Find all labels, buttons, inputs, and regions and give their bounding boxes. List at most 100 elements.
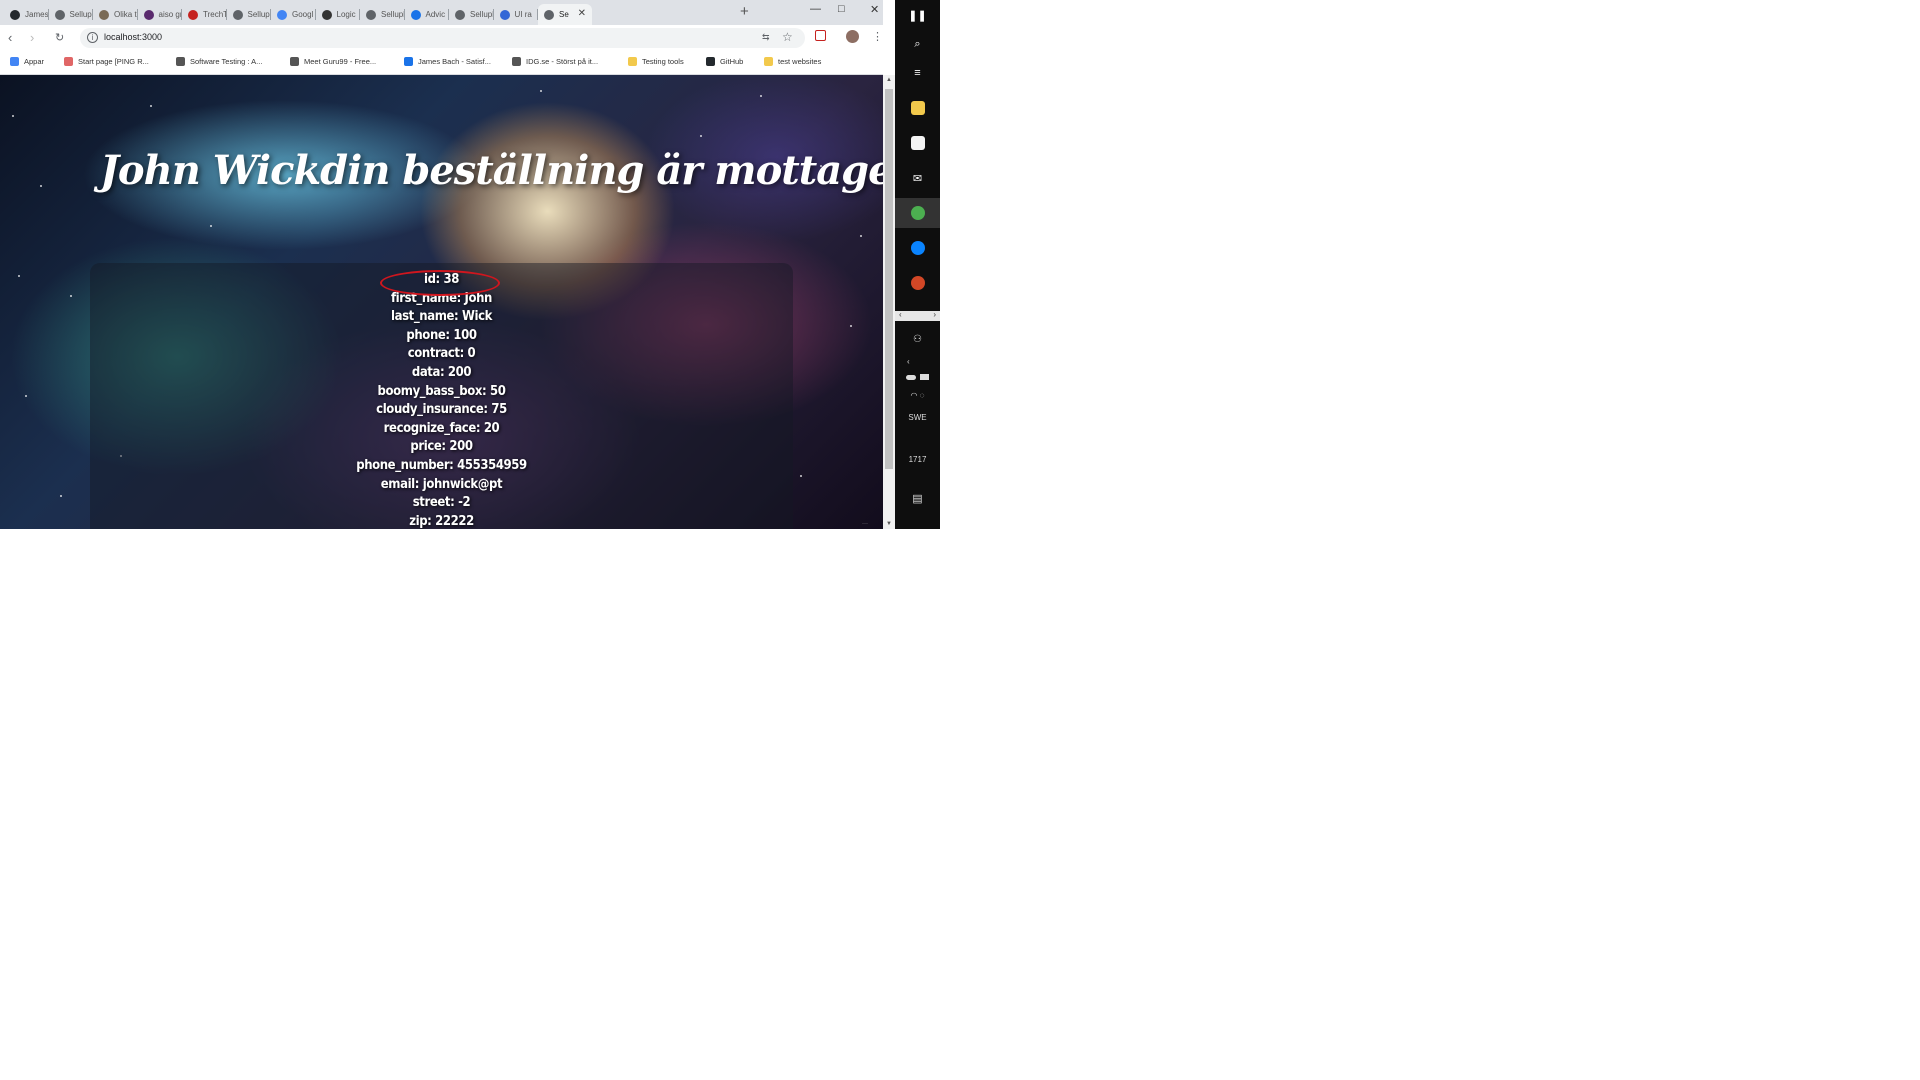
mail-taskbar-button[interactable]: ✉ [895,163,940,193]
taskbar-scroll-left[interactable]: ‹ [899,310,902,319]
browser-tab[interactable]: aiso gri [138,4,183,25]
star-dot [860,235,862,237]
browser-tab[interactable]: Sellupl [360,4,405,25]
new-tab-button[interactable]: + [740,3,749,20]
bookmark-item[interactable]: James Bach - Satisf... [404,57,491,66]
tab-label: UI ra [514,10,532,19]
taskbar-scroll-strip[interactable]: ‹ › [895,310,940,321]
scroll-down-arrow[interactable]: ▼ [886,521,892,527]
tab-close-icon[interactable]: ✕ [578,8,586,19]
bookmark-item[interactable]: test websites [764,57,821,66]
chrome-icon [910,206,925,220]
browser-tab[interactable]: Sellupl [49,4,94,25]
search-icon: ⌕ [914,37,921,50]
bookmark-label: IDG.se - Störst på it... [526,57,599,66]
tab-favicon-icon [455,9,465,20]
tray-status-icons[interactable] [895,373,940,382]
page-scrollbar[interactable]: ▲ ▼ [883,75,895,529]
star-icon[interactable]: ☆ [782,30,793,44]
menu-icon[interactable]: ⋮ [872,30,883,43]
volume-icon[interactable]: ◌ [920,391,925,400]
people-icon[interactable]: ⚇ [895,334,940,345]
tab-label: Advic [425,10,446,19]
bookmark-favicon-icon [176,57,185,66]
star-dot [700,135,702,137]
tab-label: Sellupl [247,10,272,19]
browser-tab[interactable]: UI ra [494,4,538,25]
task-view-icon: ≡ [914,67,921,79]
profile-avatar[interactable] [846,30,859,43]
tab-label: Googl [292,10,314,19]
taskbar-scroll-right[interactable]: › [933,310,936,319]
bookmark-favicon-icon [404,57,413,66]
address-bar[interactable]: i localhost:3000 ⇆ ☆ [80,28,805,48]
order-field: boomy_bass_box: 50 [377,383,506,399]
order-field: phone: 100 [406,327,477,343]
tab-label: Logic [336,10,356,19]
task-view-taskbar-button[interactable]: ≡ [895,58,940,88]
bookmark-item[interactable]: Appar [10,57,44,66]
bookmark-label: Start page [PING R... [78,57,149,66]
order-field: zip: 22222 [409,513,474,529]
browser-tab[interactable]: Sellupl [227,4,272,25]
maximize-button[interactable]: □ [838,3,845,15]
tab-label: Sellupl [69,10,94,19]
browser-tab[interactable]: Googl [271,4,316,25]
tab-favicon-icon [321,9,332,20]
notifications-icon[interactable]: ▤ [895,492,940,505]
bookmark-label: test websites [778,57,822,66]
bookmark-item[interactable]: Testing tools [628,57,684,66]
edge-taskbar-button[interactable] [895,233,940,263]
back-button[interactable]: ‹ [8,30,12,45]
extension-icon[interactable] [815,30,826,41]
star-dot [210,225,212,227]
forward-button[interactable]: › [30,30,34,45]
bookmark-item[interactable]: Start page [PING R... [64,57,149,66]
tab-label: aiso gri [158,10,183,19]
browser-tab[interactable]: Advic [405,4,449,25]
order-field: contract: 0 [407,346,476,362]
edge-icon [910,241,925,255]
bookmark-item[interactable]: GitHub [706,57,743,66]
battery-icon[interactable] [920,374,929,380]
tray-chevron-icon[interactable]: ‹ [895,357,940,366]
store-icon [910,136,925,150]
clock-time[interactable]: 1717 [895,455,940,464]
scroll-up-arrow[interactable]: ▲ [886,77,892,83]
start-taskbar-button[interactable]: ❚❚ [895,0,940,30]
browser-tab[interactable]: Sellupl [449,4,494,25]
order-field: recognize_face: 20 [383,420,500,436]
tab-label: Sellupl [381,10,405,19]
minimize-button[interactable]: — [810,3,821,15]
browser-tab[interactable]: Logic [316,4,360,25]
translate-icon[interactable]: ⇆ [762,32,770,43]
file-explorer-taskbar-button[interactable] [895,93,940,123]
onedrive-icon[interactable] [906,375,916,380]
input-language[interactable]: SWE [895,413,940,422]
bookmark-item[interactable]: Meet Guru99 - Free... [290,57,376,66]
wifi-icon[interactable]: ◠ [911,391,918,400]
bookmarks-bar: Appar Start page [PING R... Software Testi… [0,51,883,75]
bookmark-favicon-icon [64,57,73,66]
search-taskbar-button[interactable]: ⌕ [895,29,940,59]
bookmark-item[interactable]: IDG.se - Störst på it... [512,57,598,66]
tab-label: Olika t [114,10,137,19]
url-text[interactable]: localhost:3000 [104,32,162,42]
close-window-button[interactable]: ✕ [870,3,879,16]
browser-tab[interactable]: Se ✕ [538,4,592,25]
browser-tab[interactable]: TrechTr [182,4,227,25]
browser-tab[interactable]: Olika t [93,4,138,25]
tab-label: TrechTr [203,10,227,19]
bookmark-label: GitHub [720,57,744,66]
site-info-icon[interactable]: i [87,32,98,43]
browser-window-chrome: Jamesh Sellupl Olika t aiso gri TrechTr Sellu… [0,0,883,75]
bookmark-item[interactable]: Software Testing : A... [176,57,262,66]
reload-button[interactable]: ↻ [55,31,64,44]
store-taskbar-button[interactable] [895,128,940,158]
browser-tab[interactable]: Jamesh [4,4,49,25]
chrome-taskbar-button[interactable] [895,198,940,228]
scroll-thumb[interactable] [885,89,893,469]
tab-favicon-icon [54,9,65,20]
tray-network-icons[interactable]: ◠ ◌ [895,391,940,400]
powerpoint-taskbar-button[interactable] [895,268,940,298]
